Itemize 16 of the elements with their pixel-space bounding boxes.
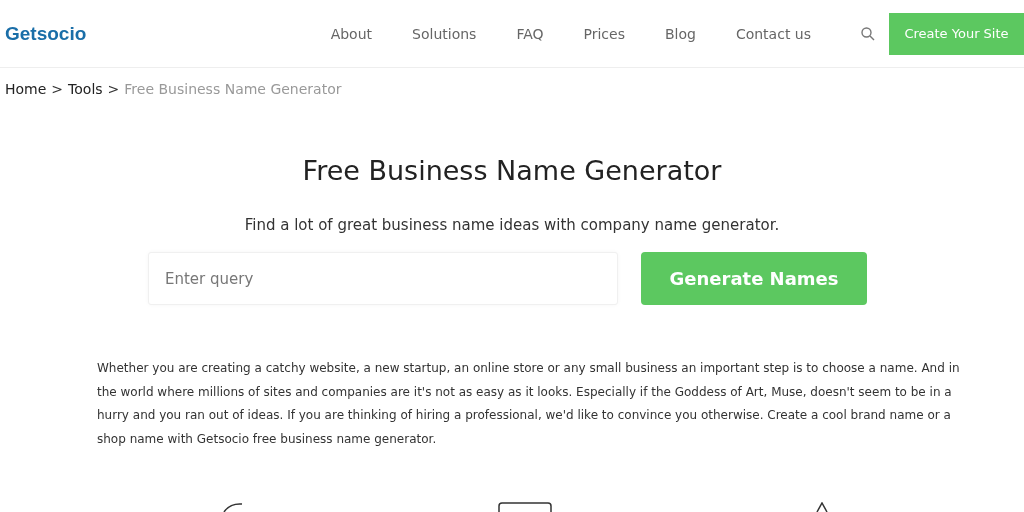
breadcrumb-link[interactable]: Tools — [68, 81, 103, 97]
subtitle: Find a lot of great business name ideas with company name generator. — [243, 216, 781, 234]
page-title: Free Business Name Generator — [301, 155, 723, 186]
nav-link[interactable]: Contact us — [715, 25, 831, 42]
nav-link[interactable]: About — [310, 25, 393, 42]
search-icon[interactable] — [861, 26, 875, 41]
nav-link[interactable]: Blog — [644, 25, 716, 42]
description-paragraph: Whether you are creating a catchy website, a new startup, an online store or any small business an important step is to choose a name. And in the world where millions of sites and companies are it's not as easy as it looks. Especially if the Goddess of Art, Muse, doesn't seem to be in a hurry and you ran out of ideas. If you are thinking of hiring a professional, we'd like to convince you otherwise. Create a cool brand name or a shop name with Getsocio free business name generator. — [97, 360, 961, 448]
query-input[interactable]: Enter query — [148, 252, 618, 305]
nav-link[interactable]: Prices — [563, 25, 645, 42]
nav-link[interactable]: Solutions — [392, 25, 497, 42]
breadcrumb-separator: > — [107, 81, 120, 97]
nav-link[interactable]: FAQ — [496, 25, 564, 42]
breadcrumb-link[interactable]: Home — [5, 81, 47, 97]
breadcrumb-separator: > — [51, 81, 64, 97]
logo[interactable]: Getsocio — [5, 22, 87, 45]
